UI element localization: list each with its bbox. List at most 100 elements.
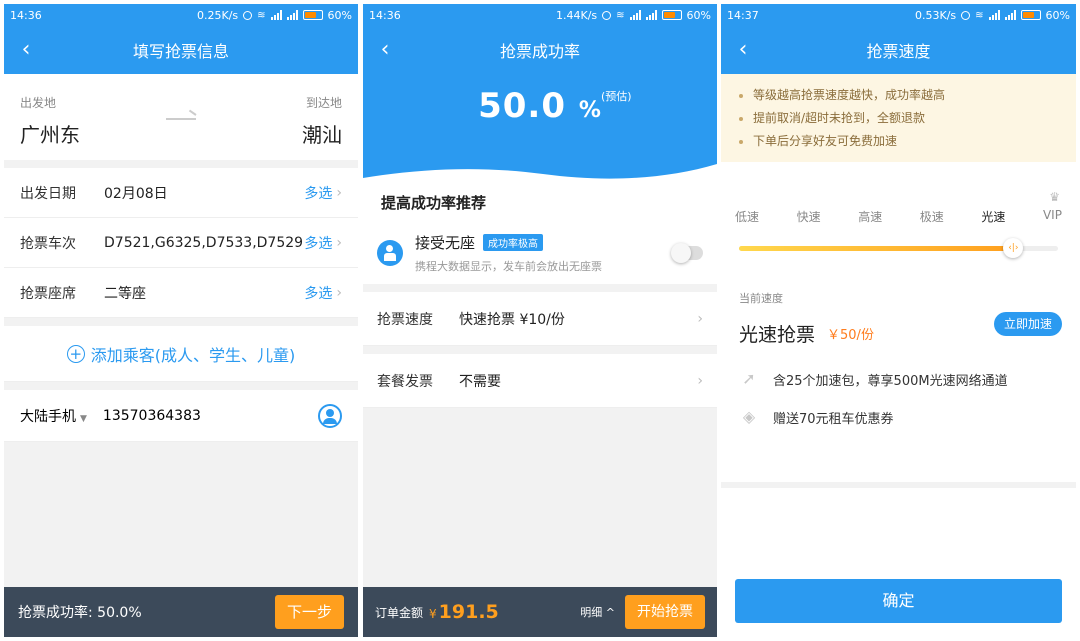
wifi-icon: ≋ (257, 9, 266, 21)
seat-row[interactable]: 抢票座席 二等座 多选 › (4, 268, 358, 318)
field-value: 02月08日 (104, 185, 168, 202)
contact-icon[interactable] (318, 403, 342, 428)
phone-region-select[interactable]: 大陆手机 ▼ (20, 406, 87, 426)
phone-number-input[interactable]: 13570364383 (103, 408, 201, 424)
status-time: 14:37 (727, 8, 759, 22)
perk-item: ➚ 含25个加速包，尊享500M光速网络通道 (739, 369, 1058, 389)
current-speed-label: 当前速度 (739, 292, 783, 305)
page-title: 抢票成功率 (499, 42, 580, 61)
signal-icon (645, 10, 657, 20)
recommend-section: 提高成功率推荐 接受无座 成功率极高 携程大数据显示，发车前会放出无座票 (363, 182, 717, 284)
start-grab-button[interactable]: 开始抢票 (625, 595, 705, 629)
speed-selector: ♛ 低速 快速 高速 极速 光速 VIP ‹|› (721, 162, 1076, 282)
add-passenger-button[interactable]: + 添加乘客(成人、学生、儿童) (4, 326, 358, 382)
bottom-bar: 抢票成功率: 50.0% 下一步 (4, 587, 358, 637)
perk-text: 赠送70元租车优惠券 (773, 411, 894, 427)
status-battery: 60% (686, 8, 711, 22)
multi-select-link[interactable]: 多选 (304, 283, 332, 303)
person-icon (377, 240, 403, 266)
route-card: 出发地 广州东 到达地 潮汕 (4, 74, 358, 160)
wifi-icon: ≋ (616, 9, 625, 21)
nav-bar: ‹ 抢票速度 (721, 26, 1076, 74)
level-fast[interactable]: 快速 (797, 208, 821, 225)
back-arrow-icon[interactable]: ‹ (721, 26, 765, 74)
nav-bar: ‹ 填写抢票信息 (4, 26, 358, 74)
speed-levels: 低速 快速 高速 极速 光速 VIP (735, 208, 1062, 225)
speed-option-row[interactable]: 抢票速度 快速抢票 ¥10/份 › (363, 292, 717, 346)
rate-hero: 50.0 % (预估) (363, 74, 717, 160)
slider-fill (739, 246, 1014, 251)
estimate-note: (预估) (601, 90, 632, 103)
level-vip[interactable]: VIP (1043, 208, 1062, 225)
current-speed-card: 当前速度 光速抢票 ￥50/份 立即加速 ➚ 含25个加速包，尊享500M光速网… (721, 282, 1076, 482)
status-net-speed: 1.44K/s (556, 8, 598, 22)
no-seat-desc: 携程大数据显示，发车前会放出无座票 (415, 260, 602, 273)
from-city[interactable]: 广州东 (20, 119, 80, 148)
perk-text: 含25个加速包，尊享500M光速网络通道 (773, 373, 1008, 389)
screenshot-stage: 14:36 0.25K/s ≋ 60% ‹ 填写抢票信息 出发地 广州东 到达地 (0, 0, 1080, 641)
status-net-speed: 0.53K/s (915, 8, 957, 22)
screen-fill-info: 14:36 0.25K/s ≋ 60% ‹ 填写抢票信息 出发地 广州东 到达地 (4, 4, 358, 637)
level-extreme[interactable]: 极速 (920, 208, 944, 225)
invoice-option-row[interactable]: 套餐发票 不需要 › (363, 354, 717, 408)
chevron-right-icon: › (336, 234, 342, 251)
phone-row: 大陆手机 ▼ 13570364383 (4, 390, 358, 442)
multi-select-link[interactable]: 多选 (304, 183, 332, 203)
level-low[interactable]: 低速 (735, 208, 759, 225)
page-title: 抢票速度 (866, 42, 931, 61)
success-rate-text: 抢票成功率: 50.0% (18, 605, 142, 621)
current-speed-name: 光速抢票 (739, 324, 816, 346)
current-speed-price: ￥50/份 (827, 328, 874, 343)
back-arrow-icon[interactable]: ‹ (4, 26, 48, 74)
chevron-right-icon: › (697, 310, 703, 327)
status-battery: 60% (327, 8, 352, 22)
option-label: 抢票速度 (377, 311, 433, 328)
level-high[interactable]: 高速 (858, 208, 882, 225)
option-label: 套餐发票 (377, 373, 433, 390)
nav-bar: ‹ 抢票成功率 (363, 26, 717, 74)
signal-icon (286, 10, 298, 20)
perk-item: ◈ 赠送70元租车优惠券 (739, 407, 1058, 427)
speed-slider[interactable]: ‹|› (739, 238, 1058, 258)
chevron-right-icon: › (697, 372, 703, 389)
train-row[interactable]: 抢票车次 D7521,G6325,D7533,D7529 多选 › (4, 218, 358, 268)
option-value: 不需要 (459, 373, 501, 390)
field-value: D7521,G6325,D7533,D7529 (104, 234, 304, 251)
recommend-title: 提高成功率推荐 (381, 193, 487, 212)
rate-unit: % (578, 98, 602, 123)
no-seat-title: 接受无座 (415, 234, 476, 252)
notice-item: 下单后分享好友可免费加速 (739, 130, 1058, 153)
back-arrow-icon[interactable]: ‹ (363, 26, 407, 74)
notice-item: 等级越高抢票速度越快，成功率越高 (739, 84, 1058, 107)
no-seat-toggle[interactable] (671, 243, 703, 263)
to-city[interactable]: 潮汕 (302, 119, 342, 148)
battery-icon (302, 10, 323, 20)
caret-down-icon: ▼ (80, 413, 87, 424)
date-row[interactable]: 出发日期 02月08日 多选 › (4, 168, 358, 218)
field-label: 出发日期 (20, 185, 76, 202)
bottom-bar: 订单金额 ¥191.5 明细 ^ 开始抢票 (363, 587, 717, 637)
wifi-icon: ≋ (975, 9, 984, 21)
detail-toggle[interactable]: 明细 ^ (580, 604, 615, 620)
multi-select-link[interactable]: 多选 (304, 233, 332, 253)
order-amount: 191.5 (438, 601, 499, 623)
currency-symbol: ¥ (429, 607, 437, 621)
confirm-button[interactable]: 确定 (735, 579, 1062, 623)
alarm-icon (961, 10, 971, 20)
signal-icon (1004, 10, 1016, 20)
alarm-icon (602, 10, 612, 20)
alarm-icon (243, 10, 253, 20)
status-bar: 14:36 1.44K/s ≋ 60% (363, 4, 717, 26)
status-bar: 14:37 0.53K/s ≋ 60% (721, 4, 1076, 26)
level-light[interactable]: 光速 (981, 208, 1005, 225)
slider-handle[interactable]: ‹|› (1003, 238, 1024, 258)
battery-icon (1020, 10, 1041, 20)
speed-notice: 等级越高抢票速度越快，成功率越高 提前取消/超时未抢到，全额退款 下单后分享好友… (721, 74, 1076, 162)
next-step-button[interactable]: 下一步 (274, 595, 344, 629)
to-label: 到达地 (305, 96, 342, 110)
no-seat-option[interactable]: 接受无座 成功率极高 携程大数据显示，发车前会放出无座票 (363, 222, 717, 284)
status-net-speed: 0.25K/s (197, 8, 239, 22)
speed-up-button[interactable]: 立即加速 (993, 312, 1062, 336)
status-battery: 60% (1045, 8, 1070, 22)
screen-speed: 14:37 0.53K/s ≋ 60% ‹ 抢票速度 等级越高抢票速度越快，成功… (721, 4, 1076, 637)
